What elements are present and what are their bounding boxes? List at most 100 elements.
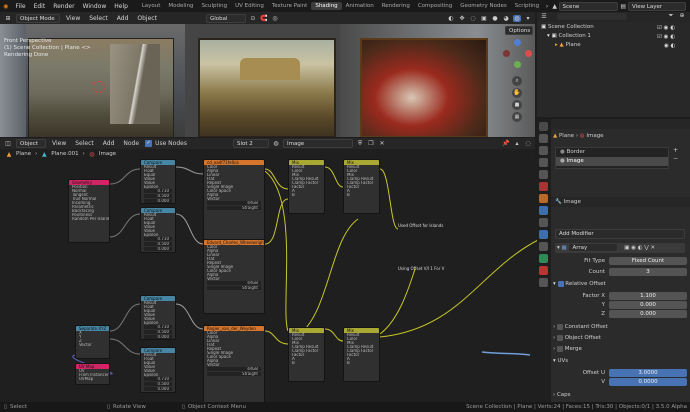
node-value-field[interactable]: sRGB [207, 367, 261, 371]
blender-logo-icon[interactable]: ◉ [0, 3, 12, 10]
fit-type-select[interactable]: Fixed Count [609, 257, 687, 265]
outliner-funnel-icon[interactable]: ⏷ [667, 12, 675, 20]
outliner-row-collection[interactable]: ▾ ▣ Collection 1 [547, 33, 591, 41]
collection-checkbox-icon[interactable]: ☑ ◉ ◐ [657, 33, 675, 42]
object-tab-icon[interactable] [539, 194, 548, 203]
node-compare[interactable]: Compare Result Float Equal Value Value Epsilon… [140, 207, 176, 253]
pivot-icon[interactable]: ⊙ [249, 15, 257, 22]
scene-selector[interactable]: Scene [558, 1, 619, 11]
node-value-field[interactable]: 0.500 [144, 194, 172, 198]
slot-select[interactable]: Slot 2 [232, 139, 269, 148]
collection-checkbox-icon[interactable]: ☑ ◉ ◐ [657, 24, 675, 33]
tab-modeling[interactable]: Modeling [164, 2, 197, 10]
node-value-field[interactable]: 0.000 [144, 387, 172, 391]
material-name-field[interactable]: Image [282, 139, 353, 148]
pin-icon[interactable]: 📌 [502, 140, 510, 147]
cursor-3d-icon[interactable] [93, 81, 105, 93]
output-tab-icon[interactable] [539, 146, 548, 155]
node-separate-xyz[interactable]: Separate XYZ X Y Z Vector [75, 325, 110, 359]
render-tab-icon[interactable] [539, 134, 548, 143]
shading-rendered-icon[interactable]: ◍ [513, 14, 521, 22]
relative-offset-chevron-icon[interactable]: ▾ [553, 281, 556, 287]
chevron-right-icon[interactable]: › [553, 392, 555, 398]
material-browse-icon[interactable]: ◍ [272, 140, 280, 147]
view-layer-selector[interactable]: View Layer [628, 1, 687, 11]
plane-visibility-icon[interactable]: ◉ ◐ [657, 42, 675, 51]
snap-icon[interactable]: 🧲 [260, 15, 268, 22]
viewport-menu-add[interactable]: Add [114, 15, 132, 22]
data-tab-icon[interactable] [539, 254, 548, 263]
node-value-field[interactable]: sRGB [207, 201, 261, 205]
chevron-right-icon[interactable]: › [553, 335, 555, 341]
node-value-field[interactable]: Straight [207, 372, 261, 376]
node-menu-node[interactable]: Node [120, 140, 142, 147]
node-value-field[interactable]: sRGB [207, 281, 261, 285]
factor-x-field[interactable]: 1.100 [609, 292, 687, 300]
object-mode-select[interactable]: Object Mode [16, 13, 60, 23]
factor-y-field[interactable]: 0.000 [609, 301, 687, 309]
shading-options-icon[interactable]: ▾ [524, 15, 532, 22]
node-editor-type-icon[interactable]: ◫ [3, 140, 13, 147]
copy-material-icon[interactable]: ❐ [367, 140, 375, 147]
node-rogier-van-der-weyden[interactable]: Rogier_van_der_Weyden Color Alpha Linear Fla… [203, 325, 265, 402]
merge-checkbox[interactable] [556, 345, 563, 352]
tab-shading[interactable]: Shading [311, 2, 342, 10]
menu-help[interactable]: Help [110, 3, 132, 10]
object-type-select[interactable]: Object [16, 139, 46, 148]
offset-v-field[interactable]: 0.0000 [609, 378, 687, 386]
node-value-field[interactable]: 0.000 [144, 247, 172, 251]
gizmo-x-axis-icon[interactable] [525, 50, 532, 57]
node-value-field[interactable]: 0.000 [144, 335, 172, 339]
relative-offset-checkbox[interactable] [557, 280, 564, 287]
unlink-material-icon[interactable]: ✕ [378, 140, 386, 147]
array-modifier-header[interactable]: ▾ ▦ Array ▣ ◉ ◐ ⋁ ✕ [555, 243, 685, 253]
menu-render[interactable]: Render [49, 3, 78, 10]
node-uv-map[interactable]: UV Map UV From Instancer UVMap [75, 363, 110, 385]
outliner-filter-icon[interactable] [557, 13, 627, 20]
perspective-toggle-icon[interactable]: ▦ [512, 112, 522, 122]
chevron-right-icon[interactable]: › [553, 346, 555, 352]
outliner-new-collection-icon[interactable]: ⊕ [678, 12, 686, 19]
visibility-icon[interactable]: ◐ [447, 15, 455, 22]
uvs-row[interactable]: ▾ UVs [553, 357, 687, 366]
particles-tab-icon[interactable] [539, 218, 548, 227]
tab-uv-editing[interactable]: UV Editing [231, 2, 268, 10]
gizmo-icon[interactable]: ✥ [458, 15, 466, 22]
add-slot-icon[interactable]: + [673, 147, 678, 155]
node-value-field[interactable]: 0.710 [144, 237, 172, 241]
editor-type-icon[interactable]: ⊞ [3, 15, 13, 22]
physics-tab-icon[interactable] [539, 230, 548, 239]
add-modifier-button[interactable]: Add Modifier [555, 229, 685, 239]
world-tab-icon[interactable] [539, 182, 548, 191]
shading-solid-icon[interactable]: ● [491, 15, 499, 22]
fake-user-icon[interactable]: ⛨ [356, 140, 364, 148]
node-mix[interactable]: Mix Result Color Mix Clamp Result Clamp Facto… [288, 159, 325, 214]
gizmo-z-axis-icon[interactable] [514, 39, 521, 46]
texture-tab-icon[interactable] [539, 278, 548, 287]
node-compare[interactable]: Compare Result Float Equal Value Value Epsilon… [140, 295, 176, 340]
relative-offset-row[interactable]: ▾ Relative Offset [553, 280, 687, 289]
proportional-edit-icon[interactable]: ◎ [271, 15, 279, 22]
tab-animation[interactable]: Animation [342, 2, 378, 10]
menu-file[interactable]: File [12, 3, 30, 10]
node-value-field[interactable]: 0.710 [144, 325, 172, 329]
viewport-menu-select[interactable]: Select [86, 15, 111, 22]
node-value-field[interactable]: Straight [207, 206, 261, 210]
caps-row[interactable]: › Caps [553, 391, 687, 400]
material-slot-image[interactable]: ● Image [556, 157, 668, 166]
node-value-field[interactable]: 0.710 [144, 377, 172, 381]
collapse-icon[interactable]: ▾ [555, 245, 560, 251]
outliner-type-icon[interactable]: ☰ [540, 13, 548, 20]
node-editor-canvas[interactable]: Geometry Position Normal Tangent True Normal… [0, 159, 545, 402]
shading-material-icon[interactable]: ◕ [502, 15, 510, 22]
zoom-icon[interactable]: ⌕ [512, 76, 522, 86]
node-mix[interactable]: Mix Result Color Mix Clamp Result Clamp Facto… [343, 327, 380, 382]
merge-row[interactable]: › Merge [553, 345, 687, 354]
node-compare[interactable]: Compare Result Float Equal Value Value Epsilon… [140, 347, 176, 393]
constant-offset-checkbox[interactable] [556, 323, 563, 330]
camera-view-icon[interactable]: ■ [512, 100, 522, 110]
tab-compositing[interactable]: Compositing [414, 2, 456, 10]
xray-icon[interactable]: ▣ [480, 15, 488, 22]
menu-window[interactable]: Window [79, 3, 111, 10]
gizmo-neg-x-icon[interactable] [503, 50, 510, 57]
